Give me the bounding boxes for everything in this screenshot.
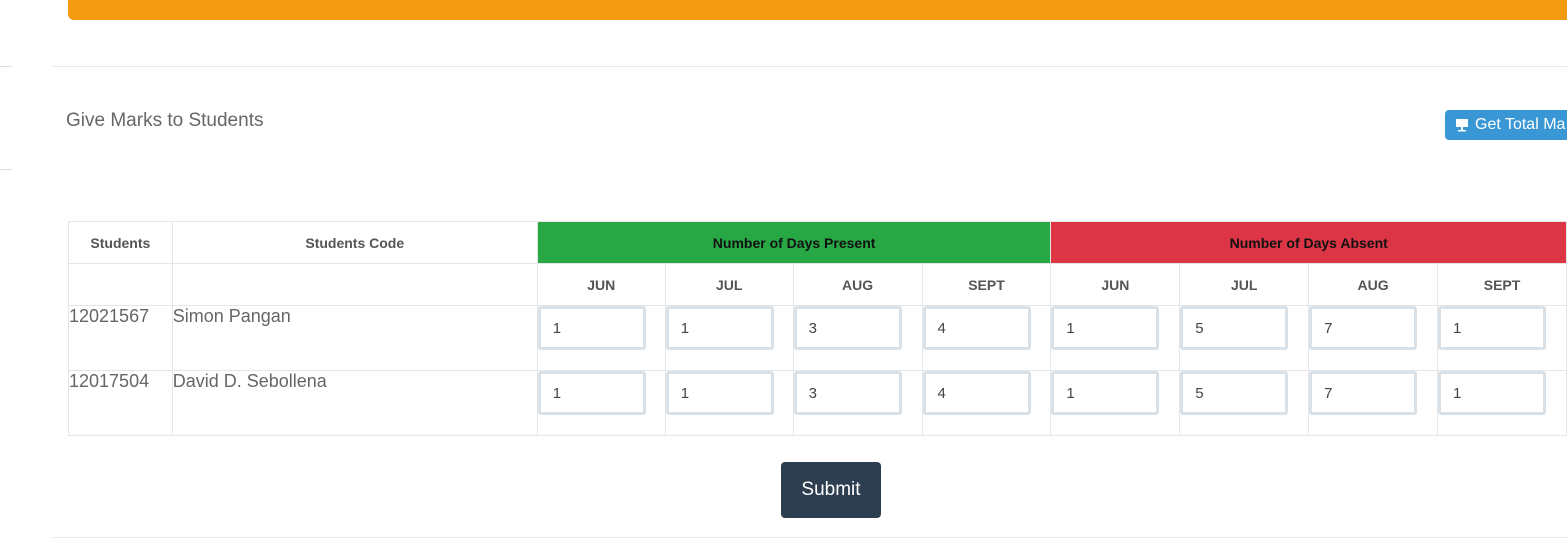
absent-sept-input[interactable]: 1	[1438, 371, 1547, 415]
student-name: Simon Pangan	[171, 305, 538, 371]
student-name: David D. Sebollena	[171, 370, 538, 436]
present-aug-input[interactable]: 3	[793, 371, 902, 415]
top-accent-bar	[68, 0, 1567, 20]
submit-button[interactable]: Submit	[781, 462, 881, 518]
absent-jun-input[interactable]: 1	[1051, 371, 1160, 415]
present-jun-input[interactable]: 1	[537, 371, 646, 415]
absent-jun-input[interactable]: 1	[1051, 306, 1160, 350]
header-students: Students	[68, 221, 173, 264]
present-aug-input[interactable]: 3	[793, 306, 902, 350]
get-total-marks-button[interactable]: Get Total Ma	[1445, 110, 1567, 140]
sidebar-divider	[0, 66, 12, 67]
header-blank	[171, 263, 538, 306]
page-title: Give Marks to Students	[66, 110, 264, 131]
present-jun-input[interactable]: 1	[537, 306, 646, 350]
month-header-absent-aug: AUG	[1308, 263, 1439, 306]
header-days-absent: Number of Days Absent	[1050, 221, 1567, 264]
present-sept-input[interactable]: 4	[922, 306, 1031, 350]
month-header-present-sept: SEPT	[921, 263, 1052, 306]
section-divider-bottom	[52, 537, 1567, 538]
table-row: 12017504 David D. Sebollena 1 1 3 4 1 5 …	[68, 370, 1567, 436]
absent-jul-input[interactable]: 5	[1180, 371, 1289, 415]
table-row: 12021567 Simon Pangan 1 1 3 4 1 5 7 1	[68, 305, 1567, 371]
presentation-board-icon	[1455, 118, 1469, 132]
absent-aug-input[interactable]: 7	[1309, 306, 1418, 350]
present-sept-input[interactable]: 4	[922, 371, 1031, 415]
marks-table: Students Students Code Number of Days Pr…	[68, 221, 1567, 436]
month-header-absent-sept: SEPT	[1437, 263, 1567, 306]
absent-aug-input[interactable]: 7	[1309, 371, 1418, 415]
month-header-absent-jul: JUL	[1179, 263, 1310, 306]
student-code: 12017504	[68, 370, 173, 436]
absent-jul-input[interactable]: 5	[1180, 306, 1289, 350]
month-header-present-jul: JUL	[664, 263, 794, 306]
present-jul-input[interactable]: 1	[665, 306, 774, 350]
header-days-present: Number of Days Present	[536, 221, 1052, 264]
month-header-present-aug: AUG	[792, 263, 923, 306]
get-total-marks-label: Get Total Ma	[1475, 116, 1566, 133]
month-header-absent-jun: JUN	[1050, 263, 1181, 306]
section-divider-top	[52, 66, 1567, 67]
student-code: 12021567	[68, 305, 173, 371]
sidebar-divider	[0, 169, 12, 170]
month-header-present-jun: JUN	[536, 263, 666, 306]
present-jul-input[interactable]: 1	[665, 371, 774, 415]
header-blank	[68, 263, 173, 306]
absent-sept-input[interactable]: 1	[1438, 306, 1547, 350]
header-students-code: Students Code	[171, 221, 538, 264]
